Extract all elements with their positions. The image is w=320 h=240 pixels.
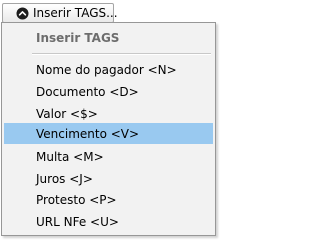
menu-item-vencimento[interactable]: Vencimento <V> [4, 123, 213, 144]
menu-item-label: Vencimento <V> [36, 126, 140, 141]
menu-item-protesto[interactable]: Protesto <P> [4, 189, 213, 210]
menu-item-label: Nome do pagador <N> [36, 62, 177, 77]
menu-item-juros[interactable]: Juros <J> [4, 168, 213, 189]
stage: Inserir TAGS... Inserir TAGS Nome do pag… [0, 0, 217, 237]
insert-tags-button-label: Inserir TAGS... [33, 6, 118, 20]
menu-item-nome-do-pagador[interactable]: Nome do pagador <N> [4, 59, 213, 80]
menu-item-label: Protesto <P> [36, 192, 117, 207]
menu-item-label: URL NFe <U> [36, 214, 119, 229]
menu-item-label: Valor <$> [36, 106, 98, 121]
tags-dropdown-menu: Inserir TAGS Nome do pagador <N> Documen… [1, 22, 216, 236]
menu-item-label: Juros <J> [36, 171, 93, 186]
menu-item-documento[interactable]: Documento <D> [4, 81, 213, 102]
menu-item-valor[interactable]: Valor <$> [4, 103, 213, 124]
insert-tags-button[interactable]: Inserir TAGS... [2, 3, 118, 23]
menu-header: Inserir TAGS [36, 31, 120, 45]
menu-item-multa[interactable]: Multa <M> [4, 146, 213, 167]
chevron-up-circle-icon [16, 7, 29, 20]
menu-separator [32, 53, 211, 55]
menu-item-label: Documento <D> [36, 84, 139, 99]
menu-item-url-nfe[interactable]: URL NFe <U> [4, 211, 213, 232]
menu-item-label: Multa <M> [36, 149, 104, 164]
